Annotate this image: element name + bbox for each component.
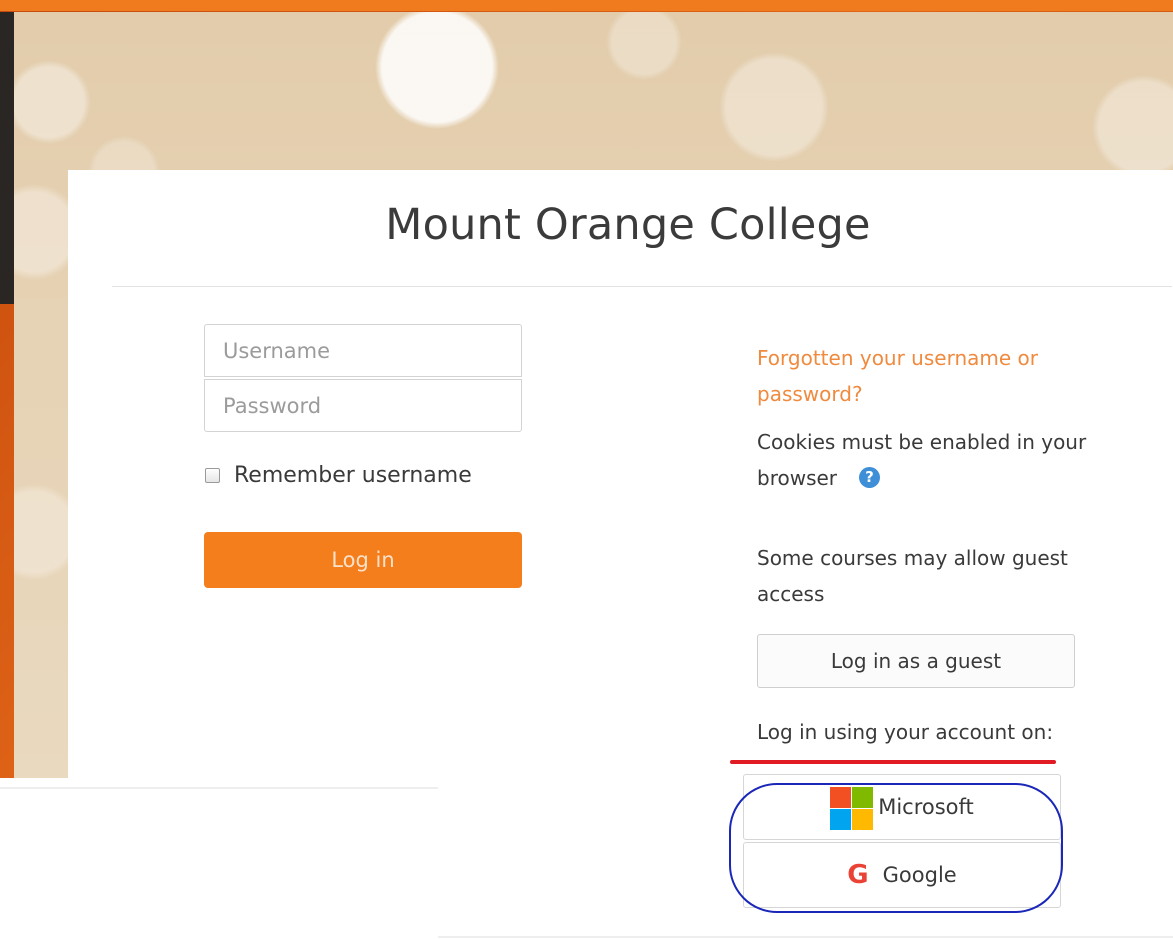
lower-divider-left xyxy=(0,787,438,789)
site-title: Mount Orange College xyxy=(385,200,871,250)
cookies-notice: Cookies must be enabled in your browser? xyxy=(757,424,1097,496)
lower-divider-right xyxy=(438,936,1173,938)
guest-access-text: Some courses may allow guest access xyxy=(757,546,1068,606)
remember-username-row[interactable]: Remember username xyxy=(205,463,472,488)
slide-top-bar xyxy=(0,0,1173,11)
account-login-text: Log in using your account on: xyxy=(757,720,1054,744)
question-circle-icon[interactable]: ? xyxy=(859,467,881,488)
title-divider xyxy=(112,286,1172,287)
login-page-screenshot: Mount Orange College Remember username L… xyxy=(14,12,1173,778)
forgot-credentials-link[interactable]: Forgotten your username or password? xyxy=(757,340,1097,412)
red-underline-annotation xyxy=(730,760,1056,764)
remember-username-checkbox[interactable] xyxy=(205,468,220,483)
cookies-text: Cookies must be enabled in your browser xyxy=(757,430,1087,490)
guest-login-button[interactable]: Log in as a guest xyxy=(757,634,1075,688)
username-input[interactable] xyxy=(204,324,522,377)
password-input[interactable] xyxy=(204,379,522,432)
login-card: Mount Orange College Remember username L… xyxy=(68,170,1173,778)
blue-circle-annotation xyxy=(729,783,1063,913)
remember-username-label: Remember username xyxy=(234,463,472,488)
login-button[interactable]: Log in xyxy=(204,532,522,588)
